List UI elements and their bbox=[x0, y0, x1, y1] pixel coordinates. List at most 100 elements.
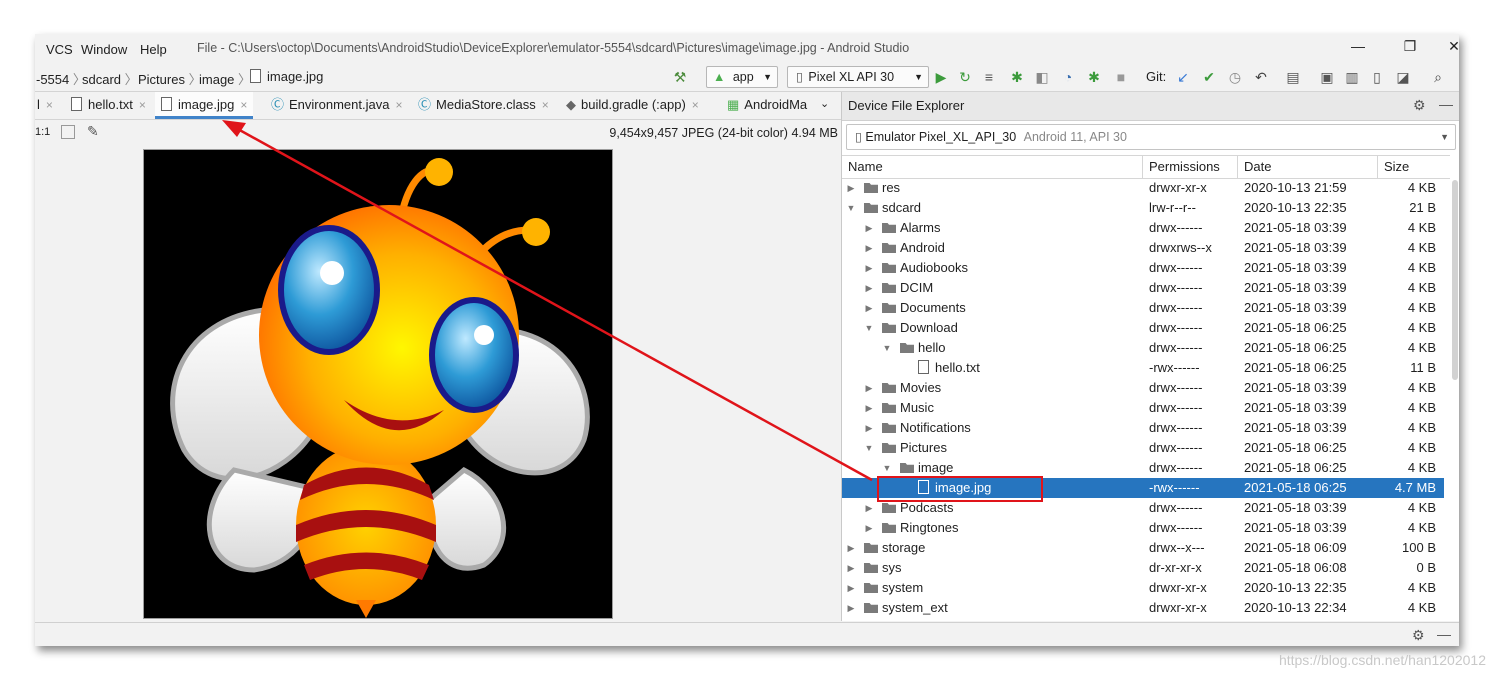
file-tree-row[interactable]: ▶ storage drwx--x--- 2021-05-18 06:09 100 B bbox=[842, 538, 1444, 558]
layout-inspector-icon[interactable]: ▣ bbox=[1319, 69, 1335, 85]
debug-icon[interactable]: ✱ bbox=[1009, 69, 1025, 85]
file-tree-row[interactable]: hello.txt -rwx------ 2021-05-18 06:25 11 B bbox=[842, 358, 1444, 378]
breadcrumb-item[interactable]: image 〉 bbox=[199, 69, 251, 88]
avd-manager-icon[interactable]: ▯ bbox=[1369, 69, 1385, 85]
close-tab-icon[interactable]: × bbox=[692, 98, 699, 112]
expand-arrow-icon[interactable]: ▶ bbox=[864, 278, 874, 298]
gear-icon[interactable]: ⚙ bbox=[1412, 627, 1425, 644]
close-tab-icon[interactable]: × bbox=[542, 98, 549, 112]
project-structure-icon[interactable]: ▤ bbox=[1285, 69, 1301, 85]
file-tree-row[interactable]: ▶ Movies drwx------ 2021-05-18 03:39 4 KB bbox=[842, 378, 1444, 398]
close-tab-icon[interactable]: × bbox=[46, 98, 53, 112]
expand-arrow-icon[interactable]: ▶ bbox=[846, 538, 856, 558]
expand-arrow-icon[interactable]: ▶ bbox=[846, 578, 856, 598]
file-tree-row[interactable]: ▼ sdcard lrw-r--r-- 2020-10-13 22:35 21 B bbox=[842, 198, 1444, 218]
breadcrumb-item[interactable]: image.jpg bbox=[250, 69, 323, 84]
collapse-arrow-icon[interactable]: ▼ bbox=[864, 318, 874, 338]
tab-list-chevron-icon[interactable]: ⌄ bbox=[820, 97, 829, 110]
file-tree-row[interactable]: ▶ system_ext drwxr-xr-x 2020-10-13 22:34 4 K… bbox=[842, 598, 1444, 618]
expand-arrow-icon[interactable]: ▶ bbox=[864, 498, 874, 518]
expand-arrow-icon[interactable]: ▶ bbox=[864, 398, 874, 418]
column-date[interactable]: Date bbox=[1244, 159, 1271, 174]
column-permissions[interactable]: Permissions bbox=[1149, 159, 1220, 174]
file-tree-row[interactable]: ▶ sys dr-xr-xr-x 2021-05-18 06:08 0 B bbox=[842, 558, 1444, 578]
close-tab-icon[interactable]: × bbox=[139, 98, 146, 112]
tab-mediastore-class[interactable]: Ⓒ MediaStore.class × bbox=[418, 92, 549, 119]
expand-arrow-icon[interactable]: ▶ bbox=[864, 378, 874, 398]
column-name[interactable]: Name bbox=[848, 159, 883, 174]
file-tree-row[interactable]: ▶ res drwxr-xr-x 2020-10-13 21:59 4 KB bbox=[842, 178, 1444, 198]
hide-panel-icon[interactable]: — bbox=[1437, 626, 1451, 642]
menu-window[interactable]: Window bbox=[81, 42, 127, 57]
file-tree-row[interactable]: ▶ Android drwxrws--x 2021-05-18 03:39 4 KB bbox=[842, 238, 1444, 258]
expand-arrow-icon[interactable]: ▶ bbox=[864, 218, 874, 238]
expand-arrow-icon[interactable]: ▶ bbox=[864, 258, 874, 278]
expand-arrow-icon[interactable]: ▶ bbox=[864, 298, 874, 318]
hide-panel-icon[interactable]: — bbox=[1439, 96, 1453, 112]
close-tab-icon[interactable]: × bbox=[395, 98, 402, 112]
minimize-button[interactable]: — bbox=[1347, 38, 1369, 58]
collapse-arrow-icon[interactable]: ▼ bbox=[882, 338, 892, 358]
device-manager-icon[interactable]: ◪ bbox=[1395, 69, 1411, 85]
file-tree-row[interactable]: ▶ Music drwx------ 2021-05-18 03:39 4 KB bbox=[842, 398, 1444, 418]
color-picker-icon[interactable]: ✎ bbox=[87, 123, 99, 140]
menu-help[interactable]: Help bbox=[140, 42, 167, 57]
breadcrumb-item[interactable]: Pictures 〉 bbox=[138, 69, 202, 88]
git-commit-icon[interactable]: ✔ bbox=[1201, 69, 1217, 85]
file-tree-row[interactable]: ▶ Audiobooks drwx------ 2021-05-18 03:39 4 K… bbox=[842, 258, 1444, 278]
collapse-arrow-icon[interactable]: ▼ bbox=[864, 438, 874, 458]
git-rollback-icon[interactable]: ↶ bbox=[1253, 69, 1269, 85]
expand-arrow-icon[interactable]: ▶ bbox=[864, 238, 874, 258]
breadcrumb-item[interactable]: sdcard 〉 bbox=[82, 69, 138, 88]
background-toggle-icon[interactable] bbox=[61, 125, 75, 139]
tab-partial[interactable]: l × bbox=[37, 92, 53, 119]
sdk-manager-icon[interactable]: ▥ bbox=[1344, 69, 1360, 85]
apply-changes-icon[interactable]: ↻ bbox=[957, 69, 973, 85]
stop-icon[interactable]: ■ bbox=[1113, 69, 1129, 85]
git-update-icon[interactable]: ↙ bbox=[1175, 69, 1191, 85]
file-tree-row[interactable]: ▶ DCIM drwx------ 2021-05-18 03:39 4 KB bbox=[842, 278, 1444, 298]
column-size[interactable]: Size bbox=[1384, 159, 1409, 174]
file-tree-row[interactable]: ▼ Pictures drwx------ 2021-05-18 06:25 4 KB bbox=[842, 438, 1444, 458]
file-tree-row[interactable]: ▶ Alarms drwx------ 2021-05-18 03:39 4 KB bbox=[842, 218, 1444, 238]
tab-image-jpg[interactable]: image.jpg × bbox=[155, 92, 254, 119]
search-icon[interactable]: ⌕ bbox=[1430, 69, 1446, 85]
coverage-icon[interactable]: ◧ bbox=[1034, 69, 1050, 85]
zoom-actual-size[interactable]: 1:1 bbox=[35, 126, 50, 138]
device-select[interactable]: ▯ Pixel XL API 30 ▼ bbox=[787, 66, 929, 88]
menu-vcs[interactable]: VCS bbox=[46, 42, 73, 57]
tab-environment-java[interactable]: Ⓒ Environment.java × bbox=[271, 92, 402, 119]
attach-debugger-icon[interactable]: ✱ bbox=[1086, 69, 1102, 85]
scrollbar[interactable] bbox=[1452, 180, 1458, 380]
gear-icon[interactable]: ⚙ bbox=[1413, 97, 1426, 114]
git-history-icon[interactable]: ◷ bbox=[1227, 69, 1243, 85]
file-tree-row[interactable]: ▶ system drwxr-xr-x 2020-10-13 22:35 4 KB bbox=[842, 578, 1444, 598]
file-tree-row[interactable]: ▶ Documents drwx------ 2021-05-18 03:39 4 KB bbox=[842, 298, 1444, 318]
expand-arrow-icon[interactable]: ▶ bbox=[846, 558, 856, 578]
close-tab-icon[interactable]: × bbox=[240, 98, 247, 112]
expand-arrow-icon[interactable]: ▶ bbox=[846, 178, 856, 198]
file-tree-row[interactable]: ▶ Ringtones drwx------ 2021-05-18 03:39 4 KB bbox=[842, 518, 1444, 538]
profile-icon[interactable]: ◔ bbox=[1060, 69, 1076, 85]
apply-code-changes-icon[interactable]: ≡ bbox=[981, 69, 997, 85]
file-tree-row[interactable]: ▼ Download drwx------ 2021-05-18 06:25 4 KB bbox=[842, 318, 1444, 338]
build-hammer-icon[interactable]: ⚒ bbox=[672, 69, 688, 85]
tab-build-gradle[interactable]: ◆ build.gradle (:app) × bbox=[566, 92, 699, 119]
file-tree-row[interactable]: ▼ image drwx------ 2021-05-18 06:25 4 KB bbox=[842, 458, 1444, 478]
file-tree-row[interactable]: ▶ Notifications drwx------ 2021-05-18 03:39… bbox=[842, 418, 1444, 438]
file-tree-row[interactable]: ▼ hello drwx------ 2021-05-18 06:25 4 KB bbox=[842, 338, 1444, 358]
expand-arrow-icon[interactable]: ▶ bbox=[846, 598, 856, 618]
run-config-select[interactable]: ▲ app ▼ bbox=[706, 66, 778, 88]
run-icon[interactable]: ▶ bbox=[933, 69, 949, 85]
breadcrumb-item[interactable]: -5554 〉 bbox=[36, 69, 86, 88]
expand-arrow-icon[interactable]: ▶ bbox=[864, 518, 874, 538]
collapse-arrow-icon[interactable]: ▼ bbox=[846, 198, 856, 218]
file-size: 4 KB bbox=[1407, 300, 1436, 315]
expand-arrow-icon[interactable]: ▶ bbox=[864, 418, 874, 438]
tab-hello-txt[interactable]: hello.txt × bbox=[71, 92, 146, 119]
restore-button[interactable]: ❐ bbox=[1399, 38, 1421, 58]
collapse-arrow-icon[interactable]: ▼ bbox=[882, 458, 892, 478]
device-selector[interactable]: ▯ Emulator Pixel_XL_API_30 Android 11, A… bbox=[846, 124, 1456, 150]
tab-android-manifest[interactable]: ▦ AndroidMa bbox=[727, 92, 807, 119]
close-button[interactable]: ✕ bbox=[1443, 38, 1459, 58]
